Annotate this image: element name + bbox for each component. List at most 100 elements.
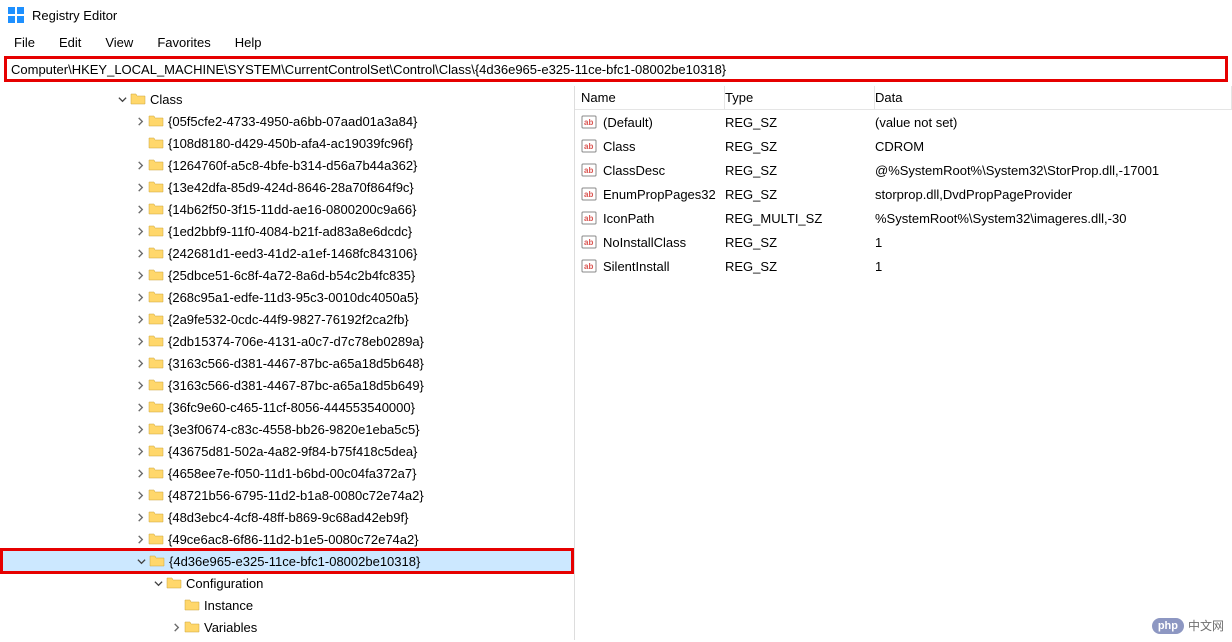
tree-node-guid[interactable]: {2a9fe532-0cdc-44f9-9827-76192f2ca2fb} <box>0 308 574 330</box>
tree-label: {43675d81-502a-4a82-9f84-b75f418c5dea} <box>168 444 417 459</box>
watermark-brand: php <box>1152 618 1184 634</box>
value-data: (value not set) <box>875 115 957 130</box>
menu-help[interactable]: Help <box>223 33 274 52</box>
watermark-text: 中文网 <box>1188 617 1224 634</box>
chevron-right-icon[interactable] <box>132 399 148 415</box>
tree-node-configuration[interactable]: Configuration <box>0 572 574 594</box>
svg-text:ab: ab <box>584 118 593 127</box>
menu-favorites[interactable]: Favorites <box>145 33 222 52</box>
tree-node-guid[interactable]: {268c95a1-edfe-11d3-95c3-0010dc4050a5} <box>0 286 574 308</box>
tree-node-selected[interactable]: {4d36e965-e325-11ce-bfc1-08002be10318} <box>0 548 574 574</box>
chevron-right-icon[interactable] <box>132 289 148 305</box>
chevron-right-icon[interactable] <box>132 531 148 547</box>
tree-node-guid[interactable]: {36fc9e60-c465-11cf-8056-444553540000} <box>0 396 574 418</box>
tree-node-guid[interactable]: {14b62f50-3f15-11dd-ae16-0800200c9a66} <box>0 198 574 220</box>
value-type: REG_SZ <box>725 115 777 130</box>
chevron-right-icon[interactable] <box>132 509 148 525</box>
value-type: REG_SZ <box>725 187 777 202</box>
chevron-right-icon[interactable] <box>132 333 148 349</box>
tree-label: {05f5cfe2-4733-4950-a6bb-07aad01a3a84} <box>168 114 417 129</box>
tree-node-instance[interactable]: Instance <box>0 594 574 616</box>
chevron-right-icon[interactable] <box>132 465 148 481</box>
tree-node-guid[interactable]: {3163c566-d381-4467-87bc-a65a18d5b649} <box>0 374 574 396</box>
tree-node-class[interactable]: Class <box>0 88 574 110</box>
value-row[interactable]: abNoInstallClassREG_SZ1 <box>575 230 1232 254</box>
col-header-name[interactable]: Name <box>575 86 725 109</box>
tree-node-guid[interactable]: {4658ee7e-f050-11d1-b6bd-00c04fa372a7} <box>0 462 574 484</box>
tree-node-guid[interactable]: {1ed2bbf9-11f0-4084-b21f-ad83a8e6dcdc} <box>0 220 574 242</box>
folder-icon <box>148 333 164 349</box>
chevron-down-icon[interactable] <box>133 553 149 569</box>
value-name: SilentInstall <box>603 259 669 274</box>
chevron-right-icon[interactable] <box>132 443 148 459</box>
address-bar[interactable]: Computer\HKEY_LOCAL_MACHINE\SYSTEM\Curre… <box>4 56 1228 82</box>
tree-node-guid[interactable]: {13e42dfa-85d9-424d-8646-28a70f864f9c} <box>0 176 574 198</box>
tree-label: {4d36e965-e325-11ce-bfc1-08002be10318} <box>169 554 420 569</box>
value-row[interactable]: ab (Default) REG_SZ (value not set) <box>575 110 1232 134</box>
tree-label: Instance <box>204 598 253 613</box>
tree-node-guid[interactable]: {242681d1-eed3-41d2-a1ef-1468fc843106} <box>0 242 574 264</box>
value-data: @%SystemRoot%\System32\StorProp.dll,-170… <box>875 163 1159 178</box>
folder-icon <box>148 113 164 129</box>
tree-node-guid[interactable]: {43675d81-502a-4a82-9f84-b75f418c5dea} <box>0 440 574 462</box>
chevron-down-icon[interactable] <box>114 91 130 107</box>
tree-node-guid[interactable]: {3e3f0674-c83c-4558-bb26-9820e1eba5c5} <box>0 418 574 440</box>
tree-label: {48721b56-6795-11d2-b1a8-0080c72e74a2} <box>168 488 424 503</box>
value-type: REG_MULTI_SZ <box>725 211 822 226</box>
chevron-right-icon[interactable] <box>132 355 148 371</box>
col-header-type[interactable]: Type <box>725 86 875 109</box>
folder-icon <box>148 465 164 481</box>
chevron-right-icon[interactable] <box>132 267 148 283</box>
folder-icon <box>184 619 200 635</box>
chevron-right-icon[interactable] <box>132 311 148 327</box>
string-value-icon: ab <box>581 114 597 130</box>
value-row[interactable]: abSilentInstallREG_SZ1 <box>575 254 1232 278</box>
tree-node-guid[interactable]: {48721b56-6795-11d2-b1a8-0080c72e74a2} <box>0 484 574 506</box>
menu-edit[interactable]: Edit <box>47 33 93 52</box>
menu-view[interactable]: View <box>93 33 145 52</box>
tree-node-guid[interactable]: {05f5cfe2-4733-4950-a6bb-07aad01a3a84} <box>0 110 574 132</box>
folder-icon <box>148 443 164 459</box>
chevron-right-icon[interactable] <box>132 487 148 503</box>
chevron-down-icon[interactable] <box>150 575 166 591</box>
tree-node-guid[interactable]: {25dbce51-6c8f-4a72-8a6d-b54c2b4fc835} <box>0 264 574 286</box>
value-row[interactable]: abIconPathREG_MULTI_SZ%SystemRoot%\Syste… <box>575 206 1232 230</box>
chevron-right-icon[interactable] <box>168 619 184 635</box>
value-name: IconPath <box>603 211 654 226</box>
tree-node-guid[interactable]: {49ce6ac8-6f86-11d2-b1e5-0080c72e74a2} <box>0 528 574 550</box>
value-name: (Default) <box>603 115 653 130</box>
value-name: Class <box>603 139 636 154</box>
svg-text:ab: ab <box>584 238 593 247</box>
values-header: Name Type Data <box>575 86 1232 110</box>
folder-open-icon <box>130 91 146 107</box>
tree-node-guid[interactable]: {1264760f-a5c8-4bfe-b314-d56a7b44a362} <box>0 154 574 176</box>
app-icon <box>8 7 24 23</box>
tree-label: {2db15374-706e-4131-a0c7-d7c78eb0289a} <box>168 334 424 349</box>
value-row[interactable]: abEnumPropPages32REG_SZstorprop.dll,DvdP… <box>575 182 1232 206</box>
chevron-right-icon[interactable] <box>132 377 148 393</box>
value-row[interactable]: abClassDescREG_SZ@%SystemRoot%\System32\… <box>575 158 1232 182</box>
tree-label: {268c95a1-edfe-11d3-95c3-0010dc4050a5} <box>168 290 419 305</box>
chevron-right-icon[interactable] <box>132 201 148 217</box>
chevron-right-icon[interactable] <box>132 421 148 437</box>
chevron-right-icon[interactable] <box>132 223 148 239</box>
string-value-icon: ab <box>581 234 597 250</box>
tree-node-guid[interactable]: {2db15374-706e-4131-a0c7-d7c78eb0289a} <box>0 330 574 352</box>
tree-node-guid[interactable]: {3163c566-d381-4467-87bc-a65a18d5b648} <box>0 352 574 374</box>
tree-pane[interactable]: Class {05f5cfe2-4733-4950-a6bb-07aad01a3… <box>0 86 575 640</box>
chevron-right-icon[interactable] <box>132 157 148 173</box>
col-header-data[interactable]: Data <box>875 86 1232 109</box>
menu-file[interactable]: File <box>2 33 47 52</box>
values-pane[interactable]: Name Type Data ab (Default) REG_SZ (value n… <box>575 86 1232 640</box>
tree-node-variables[interactable]: Variables <box>0 616 574 638</box>
chevron-right-icon[interactable] <box>132 245 148 261</box>
tree-node-guid[interactable]: {108d8180-d429-450b-afa4-ac19039fc96f} <box>0 132 574 154</box>
chevron-right-icon[interactable] <box>132 113 148 129</box>
tree-label: {2a9fe532-0cdc-44f9-9827-76192f2ca2fb} <box>168 312 409 327</box>
tree-label: {14b62f50-3f15-11dd-ae16-0800200c9a66} <box>168 202 416 217</box>
chevron-right-icon[interactable] <box>132 179 148 195</box>
tree-node-guid[interactable]: {48d3ebc4-4cf8-48ff-b869-9c68ad42eb9f} <box>0 506 574 528</box>
svg-text:ab: ab <box>584 166 593 175</box>
value-row[interactable]: abClassREG_SZCDROM <box>575 134 1232 158</box>
tree-label: {36fc9e60-c465-11cf-8056-444553540000} <box>168 400 415 415</box>
